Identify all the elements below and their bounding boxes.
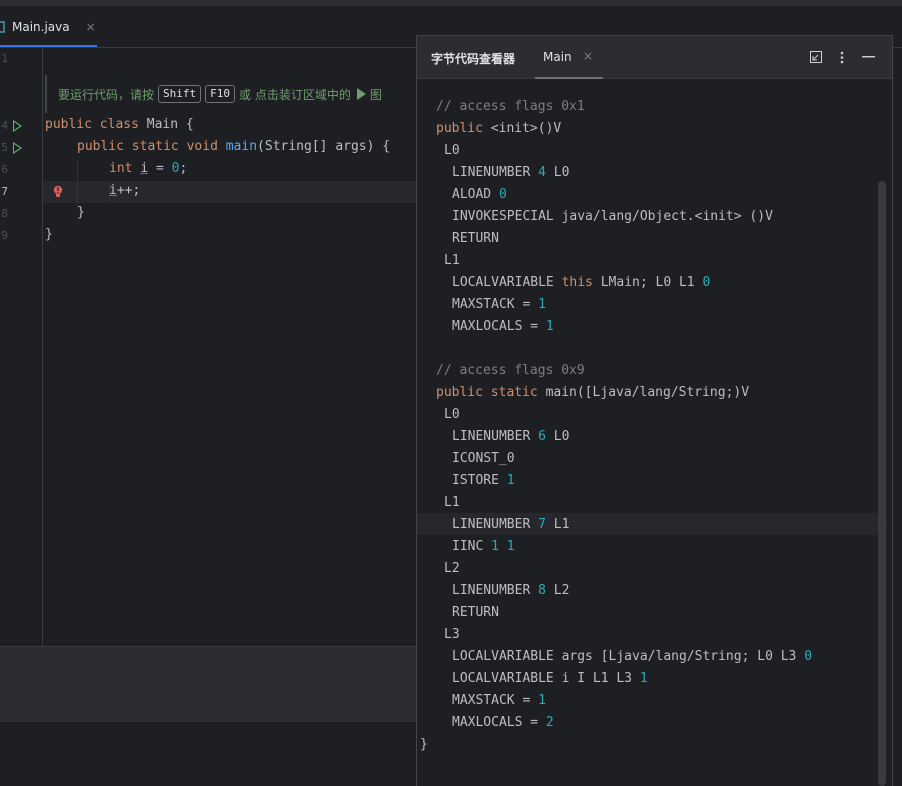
bytecode-line: LINENUMBER 8 L2 <box>452 583 570 598</box>
bytecode-line: INVOKESPECIAL java/lang/Object.<init> ()… <box>452 209 773 224</box>
line-number: 5 <box>1 141 8 154</box>
code-editor[interactable] <box>0 48 416 646</box>
bytecode-label: L1 <box>444 253 460 268</box>
bytecode-close-brace: } <box>420 737 428 752</box>
tab-main-java[interactable]: Main.java × <box>0 6 97 47</box>
vertical-scrollbar[interactable] <box>878 181 886 786</box>
hint-prefix: 要运行代码，请按 <box>58 87 155 102</box>
line-number: 8 <box>1 207 8 220</box>
bytecode-line: ALOAD 0 <box>452 187 507 202</box>
run-hint: 要运行代码，请按 Shift F10 或 点击装订区域中的 图 <box>58 85 382 103</box>
bytecode-line: LOCALVARIABLE i I L1 L3 1 <box>452 671 648 686</box>
java-file-icon <box>0 20 5 33</box>
bottom-tool-strip <box>0 646 416 690</box>
tab-label: Main.java <box>12 19 70 34</box>
bytecode-method-main: public static main([Ljava/lang/String;)V <box>436 385 750 400</box>
bytecode-method-init: public <init>()V <box>436 121 562 136</box>
hint-tail: 图 <box>369 87 382 102</box>
code-line-7: i++; <box>109 183 141 198</box>
bytecode-line: LINENUMBER 6 L0 <box>452 429 570 444</box>
bytecode-label: L1 <box>444 495 460 510</box>
bytecode-label: L0 <box>444 407 460 422</box>
bytecode-line: LOCALVARIABLE this LMain; L0 L1 0 <box>452 275 711 290</box>
tab-main[interactable]: Main × <box>535 36 603 79</box>
bytecode-line: MAXSTACK = 1 <box>452 693 546 708</box>
bottom-empty-area <box>0 722 416 785</box>
bytecode-line: ISTORE 1 <box>452 473 515 488</box>
restore-icon[interactable] <box>810 51 822 63</box>
bytecode-label: L0 <box>444 143 460 158</box>
line-number: 7 <box>1 185 8 198</box>
line-number: 1 <box>1 52 8 65</box>
gutter-divider <box>42 48 43 646</box>
indent-guide <box>77 160 78 210</box>
f10-key-badge: F10 <box>205 85 236 103</box>
minimize-icon[interactable] <box>862 56 875 58</box>
error-bulb-icon[interactable] <box>53 185 63 198</box>
line-number: 6 <box>1 163 8 176</box>
active-tab-indicator <box>535 77 603 79</box>
bytecode-label: L3 <box>444 627 460 642</box>
bytecode-comment: // access flags 0x9 <box>436 363 585 378</box>
bytecode-comment: // access flags 0x1 <box>436 99 585 114</box>
bytecode-line: MAXSTACK = 1 <box>452 297 546 312</box>
code-line-5: public static void main(String[] args) { <box>77 139 391 154</box>
hint-suffix: 或 点击装订区域中的 <box>239 87 351 102</box>
bytecode-line: RETURN <box>452 605 499 620</box>
code-line-9: } <box>45 227 53 242</box>
tab-label: Main <box>543 50 572 64</box>
panel-title: 字节代码查看器 <box>431 52 516 66</box>
bottom-status-strip <box>0 688 416 723</box>
code-line-8: } <box>77 205 85 220</box>
code-line-4: public class Main { <box>45 117 194 132</box>
line-number: 4 <box>1 119 8 132</box>
run-icon[interactable] <box>13 120 22 132</box>
active-tab-indicator <box>0 45 97 47</box>
bytecode-line: LINENUMBER 4 L0 <box>452 165 570 180</box>
bytecode-line: MAXLOCALS = 2 <box>452 715 554 730</box>
play-icon <box>356 88 366 100</box>
bytecode-label: L2 <box>444 561 460 576</box>
bytecode-line: LINENUMBER 7 L1 <box>452 517 570 532</box>
run-icon[interactable] <box>13 142 22 154</box>
bytecode-viewer-panel: 字节代码查看器 Main × // access flags 0x1 publi… <box>416 35 893 786</box>
panel-header: 字节代码查看器 Main × <box>417 36 892 79</box>
bytecode-line: RETURN <box>452 231 499 246</box>
line-number: 9 <box>1 229 8 242</box>
bytecode-line: ICONST_0 <box>452 451 515 466</box>
close-icon[interactable]: × <box>583 49 593 63</box>
more-icon[interactable] <box>839 51 845 64</box>
bytecode-line: LOCALVARIABLE args [Ljava/lang/String; L… <box>452 649 813 664</box>
current-line-highlight <box>43 181 416 203</box>
shift-key-badge: Shift <box>158 85 202 103</box>
code-line-6: int i = 0; <box>109 161 188 176</box>
bytecode-line: IINC 1 1 <box>452 539 515 554</box>
bytecode-line: MAXLOCALS = 1 <box>452 319 554 334</box>
close-icon[interactable]: × <box>86 20 96 34</box>
